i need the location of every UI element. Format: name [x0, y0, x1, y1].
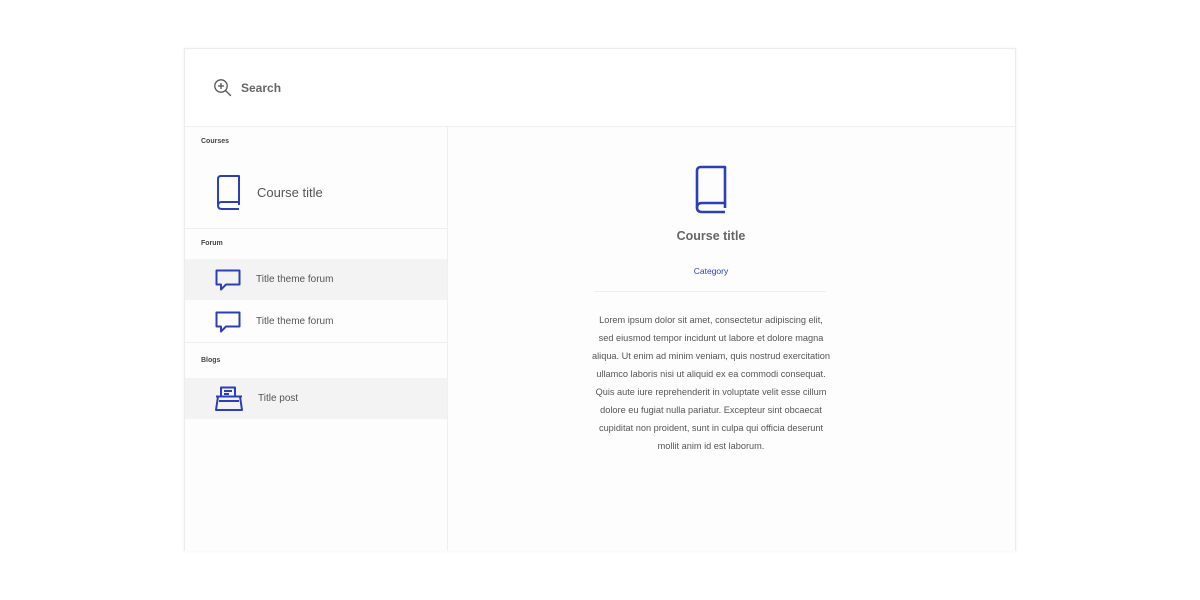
typewriter-icon: [215, 386, 243, 412]
results-sidebar: Courses Course title Forum Title theme f…: [185, 127, 448, 551]
blog-result-item[interactable]: Title post: [185, 378, 447, 419]
forum-result-title: Title theme forum: [256, 274, 334, 285]
book-icon: [694, 165, 728, 215]
forum-result-item[interactable]: Title theme forum: [185, 259, 447, 300]
detail-pane: Course title Category Lorem ipsum dolor …: [448, 127, 1015, 551]
search-input[interactable]: [241, 77, 541, 98]
forum-result-title: Title theme forum: [256, 316, 334, 327]
search-bar: [185, 49, 1015, 127]
course-result-item[interactable]: Course title: [185, 157, 447, 227]
search-panel: Courses Course title Forum Title theme f…: [184, 48, 1016, 551]
zoom-in-search-icon[interactable]: [213, 78, 233, 98]
chat-icon: [215, 269, 241, 291]
detail-title: Course title: [676, 229, 746, 243]
divider: [185, 342, 447, 343]
book-icon: [215, 174, 241, 210]
blog-result-title: Title post: [258, 393, 299, 404]
detail-description: Lorem ipsum dolor sit amet, consectetur …: [592, 315, 830, 451]
chat-icon: [215, 311, 241, 333]
divider: [185, 228, 447, 229]
section-label-courses: Courses: [201, 138, 230, 145]
category-link[interactable]: Category: [448, 266, 974, 276]
divider: [594, 291, 826, 292]
forum-result-item[interactable]: Title theme forum: [185, 301, 447, 342]
section-label-forum: Forum: [201, 240, 223, 247]
section-label-blogs: Blogs: [201, 357, 221, 364]
course-result-title: Course title: [257, 184, 323, 200]
